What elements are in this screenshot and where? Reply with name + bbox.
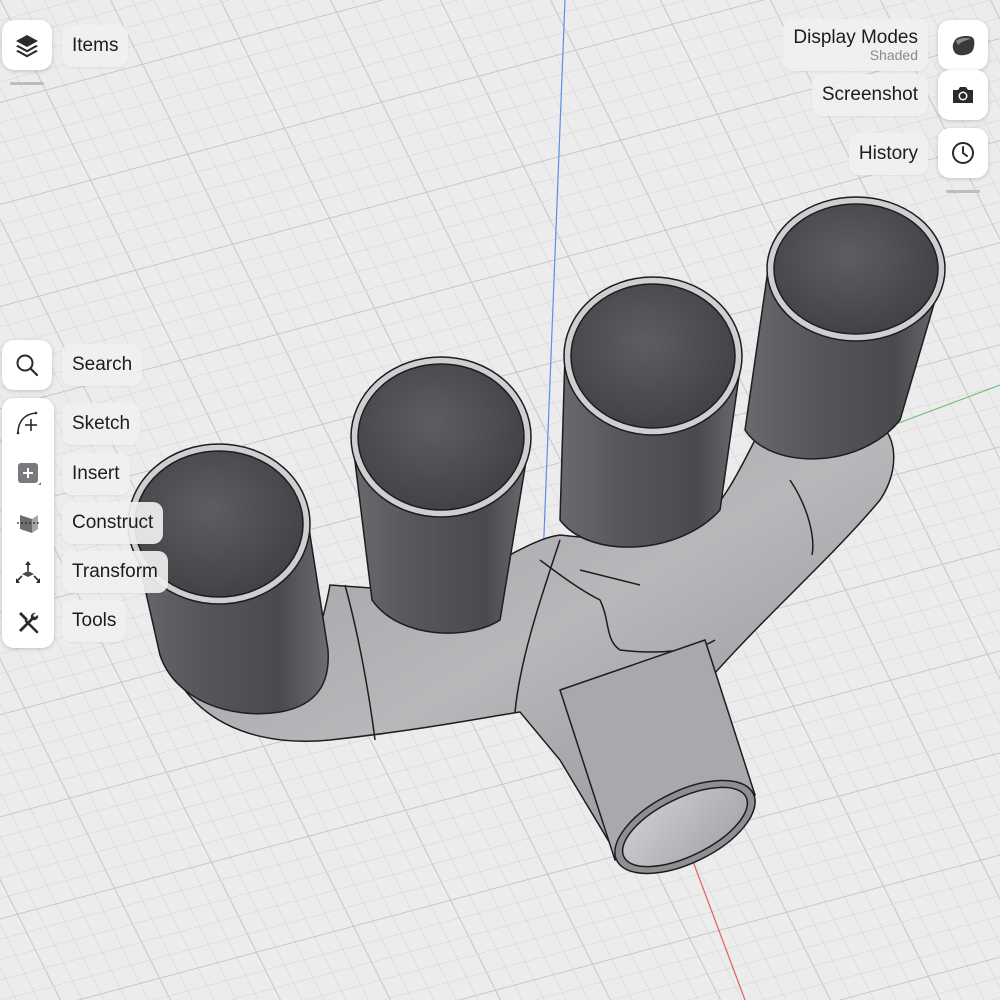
transform-button[interactable] [2,548,54,598]
sketch-icon [16,411,38,435]
sketch-label[interactable]: Sketch [62,403,141,445]
insert-label[interactable]: Insert [62,453,130,495]
items-label[interactable]: Items [62,25,129,67]
construct-button[interactable] [2,498,54,548]
wrench-screwdriver-icon [19,612,39,634]
history-label[interactable]: History [848,133,928,175]
layers-icon [16,35,38,58]
clock-icon [952,142,974,164]
display-modes-button[interactable] [938,20,988,70]
search-icon [16,354,39,377]
insert-plus-icon [18,463,41,485]
construct-label[interactable]: Construct [62,502,164,544]
display-modes-label-pill[interactable]: Display Modes Shaded [783,19,928,71]
left-tool-stack [2,398,54,648]
screenshot-button[interactable] [938,70,988,120]
camera-icon [953,87,973,103]
transform-axes-icon [16,561,40,583]
shaded-cube-icon [952,36,975,56]
intake-pipe-2-opening [357,363,525,511]
sketch-button[interactable] [2,398,54,448]
top-left-divider [10,82,44,85]
intake-pipe-3-opening [570,283,736,429]
top-right-divider [946,190,980,193]
tools-button[interactable] [2,598,54,648]
tools-label[interactable]: Tools [62,600,127,642]
search-button[interactable] [2,340,52,390]
display-modes-value: Shaded [869,46,918,63]
search-label[interactable]: Search [62,344,143,386]
construct-plane-icon [17,515,40,533]
display-modes-label: Display Modes [793,26,918,48]
insert-button[interactable] [2,448,54,498]
items-button[interactable] [2,20,52,70]
screenshot-label[interactable]: Screenshot [811,74,928,116]
history-button[interactable] [938,128,988,178]
transform-label[interactable]: Transform [62,551,168,593]
intake-pipe-4-opening [773,203,939,335]
